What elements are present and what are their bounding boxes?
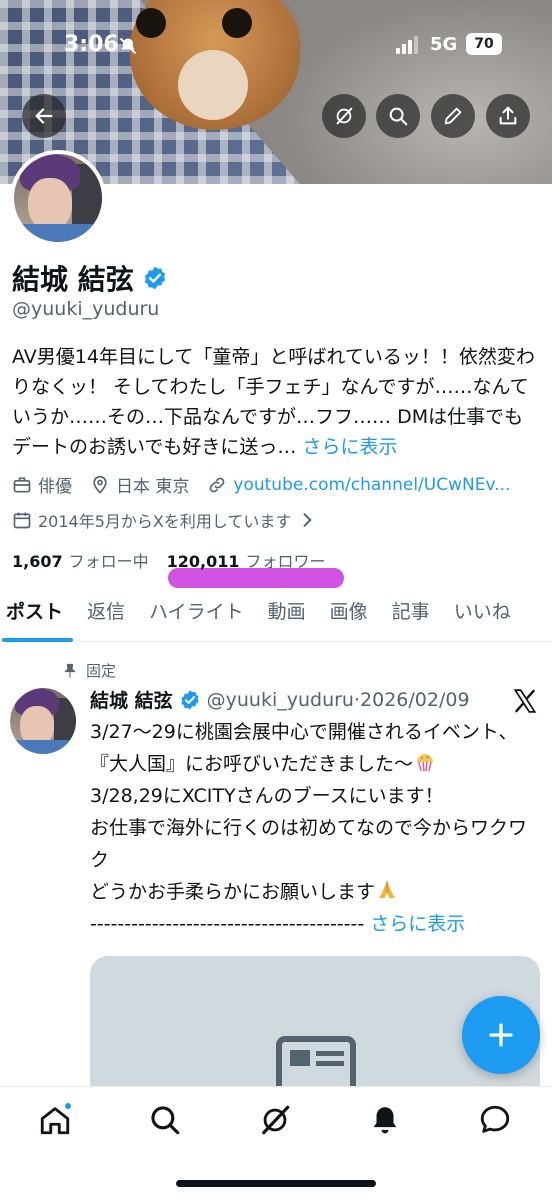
post-line-1: 3/27〜29に桃園会展中心で開催されるイベント、『大人国』にお呼びいただきまし…: [90, 721, 518, 775]
followers-label: フォロワー: [245, 552, 326, 571]
profile-tabs: ポスト 返信 ハイライト 動画 画像 記事 いいね: [0, 590, 552, 642]
joined-text: 2014年5月からXを利用しています: [38, 512, 292, 531]
joined-date-row[interactable]: 2014年5月からXを利用しています: [12, 508, 317, 532]
status-bar: 3:06 5G 70: [0, 30, 552, 66]
calendar-icon: [13, 512, 31, 529]
bio-show-more-link[interactable]: さらに表示: [296, 436, 397, 458]
bio-text: AV男優14年目にして「童帝」と呼ばれているッ！！依然変わりなくッ！ そしてわた…: [12, 346, 535, 458]
tab-posts[interactable]: ポスト: [0, 590, 75, 642]
profession-text: 俳優: [38, 477, 72, 497]
avatar-image: [14, 154, 102, 242]
share-icon: [499, 106, 517, 125]
following-link[interactable]: 1,607 フォロー中: [12, 548, 149, 572]
location-pin-icon: [93, 475, 107, 494]
profile-meta: 俳優 日本 東京 youtube.com/channel/UCwNEv...: [12, 472, 542, 497]
tab-replies[interactable]: 返信: [75, 590, 137, 642]
post-header: 結城 結弦 @yuuki_yuduru·2026/02/09: [90, 686, 510, 713]
grok-icon[interactable]: [258, 1103, 292, 1137]
website-link[interactable]: youtube.com/channel/UCwNEv...: [233, 475, 510, 495]
silent-bell-icon: [119, 37, 137, 55]
briefcase-icon: [13, 477, 31, 492]
tab-images[interactable]: 画像: [318, 590, 380, 642]
tab-highlights[interactable]: ハイライト: [137, 590, 256, 642]
pencil-icon: [444, 107, 462, 125]
location-item: 日本 東京: [90, 472, 189, 497]
post-show-more-link[interactable]: さらに表示: [364, 913, 465, 935]
back-arrow-icon: [35, 108, 53, 124]
profile-name: 結城 結弦: [12, 263, 134, 296]
back-button[interactable]: [22, 94, 66, 138]
tab-videos[interactable]: 動画: [256, 590, 318, 642]
tab-articles[interactable]: 記事: [380, 590, 442, 642]
edit-button[interactable]: [431, 94, 475, 138]
search-icon: [389, 107, 408, 126]
profile-bio: AV男優14年目にして「童帝」と呼ばれているッ！！依然変わりなくッ！ そしてわた…: [12, 342, 542, 462]
follow-stats: 1,607 フォロー中 120,011 フォロワー: [12, 548, 326, 572]
grok-button[interactable]: [322, 94, 366, 138]
notification-dot: [63, 1101, 73, 1111]
folded-hands-icon: [379, 881, 396, 898]
x-logo-icon[interactable]: [512, 688, 538, 714]
plus-icon: [489, 1023, 513, 1047]
grok-icon: [336, 107, 353, 125]
chevron-right-icon: [303, 513, 313, 527]
profile-name-row: 結城 結弦: [12, 258, 168, 298]
search-button[interactable]: [376, 94, 420, 138]
post-line-4: どうかお手柔らかにお願いします: [90, 881, 376, 903]
network-type: 5G: [430, 34, 458, 55]
search-icon[interactable]: [148, 1103, 182, 1137]
post-avatar[interactable]: [10, 688, 78, 756]
battery-level: 70: [466, 33, 502, 55]
verified-badge-icon[interactable]: [142, 265, 168, 291]
tab-likes[interactable]: いいね: [442, 590, 523, 642]
profile-avatar[interactable]: [10, 150, 106, 246]
following-label: フォロー中: [68, 552, 149, 571]
home-indicator[interactable]: [176, 1180, 376, 1187]
messages-icon[interactable]: [478, 1103, 512, 1137]
profile-handle: @yuuki_yuduru: [12, 298, 160, 320]
post-divider-line: ----------------------------------------: [90, 913, 365, 935]
followers-link[interactable]: 120,011 フォロワー: [167, 548, 326, 572]
website-item[interactable]: youtube.com/channel/UCwNEv...: [207, 472, 510, 497]
following-count: 1,607: [12, 552, 63, 571]
notifications-bell-icon[interactable]: [368, 1103, 402, 1137]
verified-badge-icon[interactable]: [179, 689, 201, 711]
link-icon: [210, 477, 225, 492]
confetti-ball-icon: [417, 754, 434, 772]
followers-count: 120,011: [166, 552, 240, 571]
pinned-label: 固定: [86, 662, 117, 680]
post-avatar-image: [10, 688, 76, 754]
post-author-name[interactable]: 結城 結弦: [90, 686, 173, 713]
post-text[interactable]: 3/27〜29に桃園会展中心で開催されるイベント、『大人国』にお呼びいただきまし…: [90, 716, 540, 940]
post-line-2: 3/28,29にXCITYさんのブースにいます！: [90, 785, 444, 807]
location-text: 日本 東京: [116, 477, 190, 497]
status-time: 3:06: [64, 32, 119, 57]
share-button[interactable]: [486, 94, 530, 138]
pin-icon: [64, 663, 76, 678]
post-handle-date: @yuuki_yuduru·2026/02/09: [206, 688, 470, 711]
pinned-indicator: 固定: [62, 660, 116, 681]
compose-post-button[interactable]: [462, 996, 540, 1074]
profession-item: 俳優: [12, 472, 72, 497]
signal-icon: [396, 36, 418, 54]
post-line-3: お仕事で海外に行くのは初めてなので今からワクワク: [90, 817, 528, 871]
